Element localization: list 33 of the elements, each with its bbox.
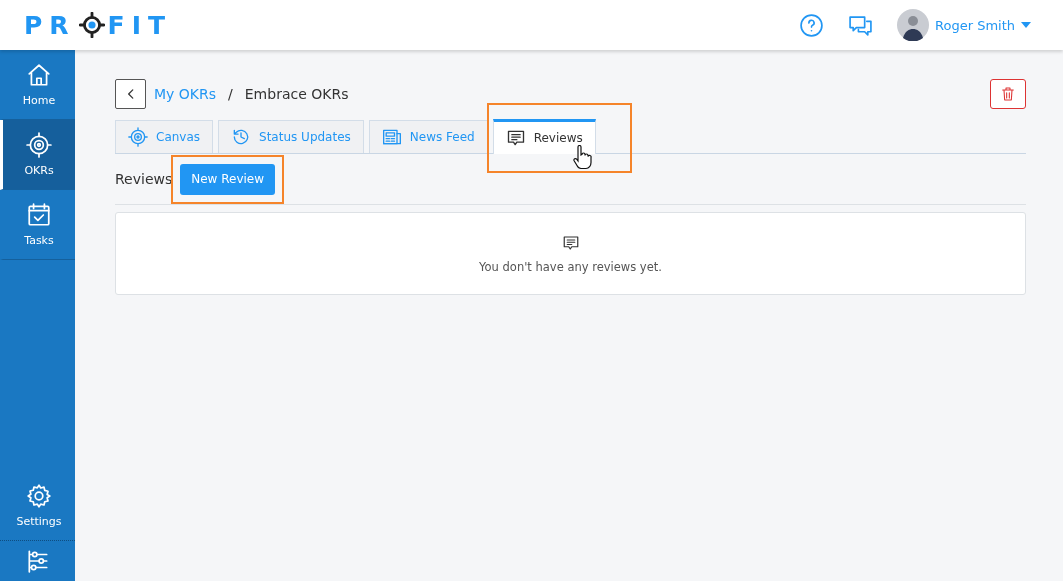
comment-icon — [561, 233, 580, 252]
calendar-check-icon — [26, 202, 52, 228]
trash-icon — [1000, 86, 1016, 102]
settings-icon — [26, 483, 52, 509]
new-review-button[interactable]: New Review — [180, 163, 276, 195]
user-menu[interactable]: Roger Smith — [897, 9, 1031, 41]
target-icon — [128, 127, 148, 147]
delete-button[interactable] — [990, 79, 1026, 109]
back-button[interactable] — [115, 79, 146, 109]
avatar — [897, 9, 929, 41]
newspaper-icon — [381, 127, 402, 147]
sidebar-item[interactable]: Tasks — [0, 190, 75, 260]
logo-text: FIT — [107, 10, 172, 40]
hand-cursor-icon — [571, 145, 592, 171]
caret-icon — [1021, 22, 1031, 28]
help-icon — [799, 12, 824, 38]
breadcrumb-link[interactable]: My OKRs — [154, 86, 217, 102]
help-button[interactable] — [799, 12, 824, 38]
logo-target-icon — [78, 12, 105, 38]
home-icon — [26, 62, 52, 88]
empty-message: You don't have any reviews yet. — [479, 259, 662, 274]
sidebar-item[interactable]: OKRs — [0, 120, 75, 190]
breadcrumb-separator: / — [228, 86, 233, 102]
logo-text: PR — [24, 10, 76, 40]
target-icon — [26, 132, 52, 158]
tab[interactable]: News Feed — [368, 120, 488, 153]
tab[interactable]: Canvas — [115, 120, 214, 153]
comment-icon — [505, 128, 526, 148]
breadcrumb-current: Embrace OKRs — [244, 86, 349, 102]
tab[interactable]: Reviews — [492, 119, 596, 154]
section-title: Reviews — [115, 171, 173, 187]
sidebar-item[interactable]: Settings — [0, 471, 75, 540]
tab[interactable]: Status Updates — [218, 120, 364, 153]
